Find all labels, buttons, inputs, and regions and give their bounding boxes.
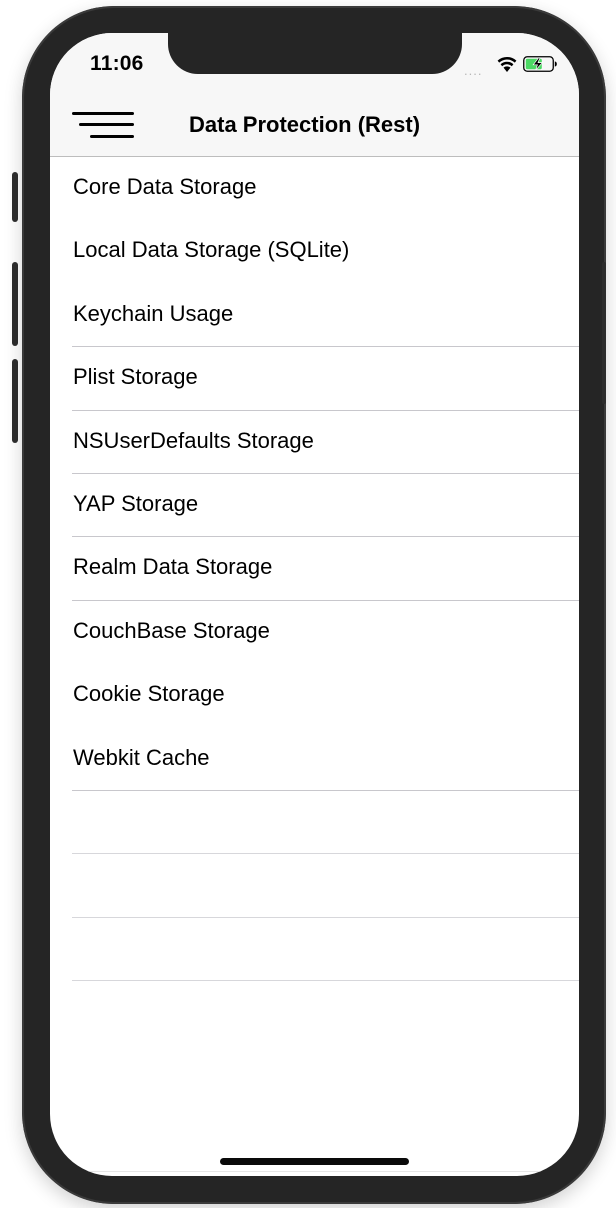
hamburger-menu-icon[interactable] bbox=[72, 110, 134, 140]
signal-dots-icon: .... bbox=[464, 63, 483, 78]
screen: 11:06 .... Data Protection (Rest) Core D… bbox=[50, 33, 579, 1176]
list-item-plist-storage[interactable]: Plist Storage bbox=[50, 347, 579, 411]
volume-down-button bbox=[12, 359, 18, 443]
list-item-realm-data-storage[interactable]: Realm Data Storage bbox=[50, 537, 579, 601]
list-item-core-data-storage[interactable]: Core Data Storage bbox=[50, 157, 579, 220]
navigation-bar: Data Protection (Rest) bbox=[50, 93, 579, 157]
list-item-label: NSUserDefaults Storage bbox=[73, 427, 314, 453]
list-item-label: Cookie Storage bbox=[73, 681, 225, 707]
list-item-label: Plist Storage bbox=[73, 364, 198, 390]
notch bbox=[168, 33, 462, 74]
list-item-label: Core Data Storage bbox=[73, 174, 257, 199]
list-item-label: Realm Data Storage bbox=[73, 554, 273, 580]
list-item-cookie-storage[interactable]: Cookie Storage bbox=[50, 664, 579, 727]
battery-charging-icon bbox=[523, 56, 557, 72]
list-item-nsuserdefaults-storage[interactable]: NSUserDefaults Storage bbox=[50, 411, 579, 474]
list-item-yap-storage[interactable]: YAP Storage bbox=[50, 474, 579, 538]
list-item-local-data-storage[interactable]: Local Data Storage (SQLite) bbox=[50, 220, 579, 283]
list-item-label: YAP Storage bbox=[73, 490, 199, 516]
page-title: Data Protection (Rest) bbox=[189, 112, 421, 137]
list-item-label: CouchBase Storage bbox=[73, 617, 270, 643]
list-item-label: Keychain Usage bbox=[73, 300, 234, 326]
power-button bbox=[602, 262, 606, 404]
volume-up-button bbox=[12, 262, 18, 346]
list-item-webkit-cache[interactable]: Webkit Cache bbox=[50, 728, 579, 791]
list-item-couchbase-storage[interactable]: CouchBase Storage bbox=[50, 601, 579, 664]
list-item-label: Local Data Storage (SQLite) bbox=[73, 237, 350, 263]
silent-switch bbox=[12, 172, 18, 222]
status-time: 11:06 bbox=[90, 52, 144, 75]
home-indicator[interactable] bbox=[220, 1158, 409, 1165]
empty-row bbox=[50, 918, 579, 982]
stage: 11:06 .... Data Protection (Rest) Core D… bbox=[0, 0, 616, 1208]
bottom-divider bbox=[50, 1171, 579, 1172]
row-separator bbox=[72, 980, 579, 982]
list-item-keychain-usage[interactable]: Keychain Usage bbox=[50, 284, 579, 348]
list-item-label: Webkit Cache bbox=[73, 744, 210, 770]
phone-frame: 11:06 .... Data Protection (Rest) Core D… bbox=[12, 6, 606, 1204]
empty-row bbox=[50, 854, 579, 918]
empty-row bbox=[50, 791, 579, 855]
storage-options-list: Core Data Storage Local Data Storage (SQ… bbox=[50, 157, 579, 982]
wifi-icon bbox=[497, 56, 517, 72]
